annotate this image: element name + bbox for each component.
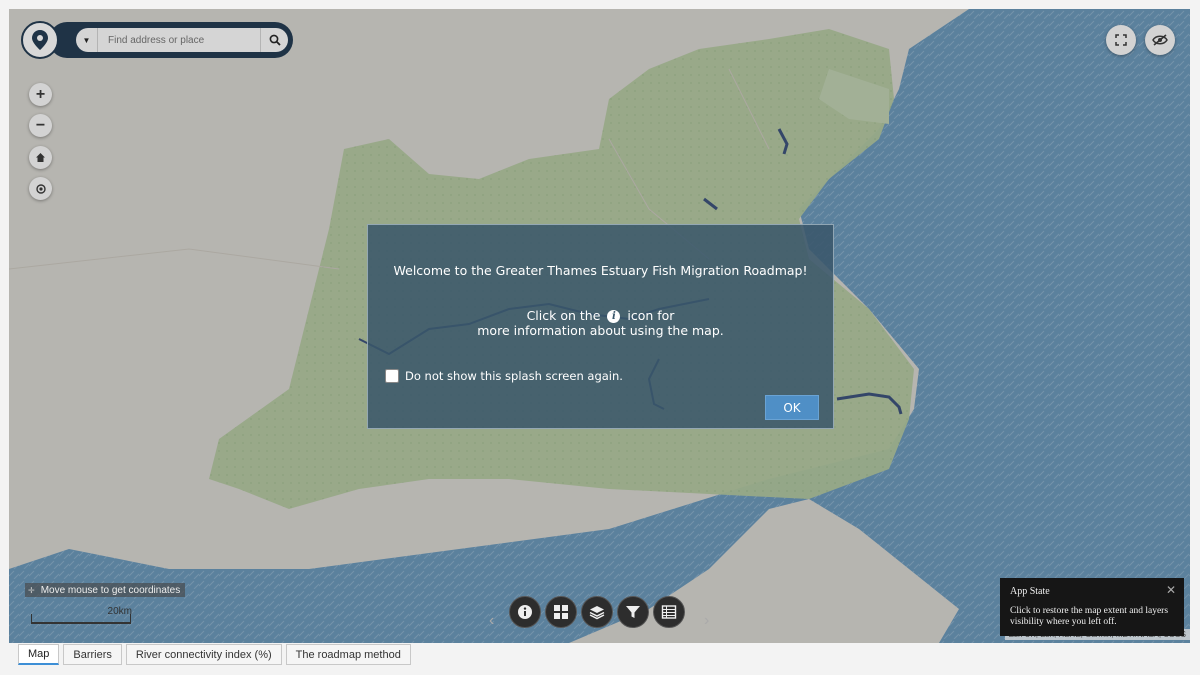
toolbar-next-button[interactable]: ›: [704, 612, 709, 630]
home-button[interactable]: [29, 146, 52, 169]
scale-label: 20km: [107, 606, 132, 617]
info-icon: [518, 605, 532, 619]
splash-dialog: Welcome to the Greater Thames Estuary Fi…: [367, 224, 834, 429]
home-icon: [36, 153, 45, 162]
fullscreen-icon: [1115, 34, 1127, 46]
search-source-dropdown[interactable]: ▼: [76, 28, 98, 52]
splash-body-start: Click on the: [526, 308, 601, 323]
app-logo: [21, 21, 59, 59]
layers-icon: [589, 606, 605, 620]
widget-toolbar: [509, 596, 685, 628]
view-tabs: Map Barriers River connectivity index (%…: [18, 644, 411, 665]
filter-icon: [626, 606, 640, 618]
dont-show-again-checkbox[interactable]: [385, 369, 399, 383]
search-button[interactable]: [260, 28, 288, 52]
splash-body-end: icon for: [627, 308, 675, 323]
tab-roadmap-method[interactable]: The roadmap method: [285, 644, 411, 665]
locate-button[interactable]: [29, 177, 52, 200]
filter-button[interactable]: [617, 596, 649, 628]
crosshair-icon: ✛: [28, 585, 35, 595]
splash-title: Welcome to the Greater Thames Estuary Fi…: [393, 263, 808, 278]
hide-layers-button[interactable]: [1145, 25, 1175, 55]
app-window: ▼ + −: [0, 0, 1200, 675]
splash-body: Click on the i icon for more information…: [368, 308, 833, 338]
toolbar-prev-button[interactable]: ‹: [489, 612, 494, 630]
ok-button[interactable]: OK: [765, 395, 819, 420]
app-state-toast[interactable]: App State Click to restore the map exten…: [1000, 578, 1184, 636]
search-box: ▼: [76, 28, 288, 52]
dont-show-again-option[interactable]: Do not show this splash screen again.: [385, 369, 623, 383]
locate-icon: [35, 183, 46, 194]
info-icon: i: [607, 310, 621, 323]
minus-icon: −: [35, 116, 46, 134]
splash-body-line2: more information about using the map.: [477, 323, 724, 338]
table-icon: [661, 605, 677, 619]
scale-bar: 20km: [31, 606, 132, 624]
close-icon[interactable]: ✕: [1166, 583, 1176, 597]
app-state-message: Click to restore the map extent and laye…: [1010, 606, 1169, 627]
app-state-title: App State: [1010, 586, 1050, 597]
dont-show-again-label: Do not show this splash screen again.: [405, 369, 623, 383]
zoom-out-button[interactable]: −: [29, 114, 52, 137]
widgets-button[interactable]: [545, 596, 577, 628]
caret-down-icon: ▼: [82, 35, 91, 45]
zoom-in-button[interactable]: +: [29, 83, 52, 106]
coordinate-widget[interactable]: ✛ Move mouse to get coordinates: [25, 583, 186, 597]
widgets-grid-icon: [554, 605, 568, 619]
search-widget: ▼: [49, 22, 293, 58]
eye-off-icon: [1152, 34, 1168, 46]
search-icon: [269, 34, 281, 46]
attribute-table-button[interactable]: [653, 596, 685, 628]
about-button[interactable]: [509, 596, 541, 628]
tab-barriers[interactable]: Barriers: [63, 644, 122, 665]
fullscreen-button[interactable]: [1106, 25, 1136, 55]
plus-icon: +: [35, 85, 46, 103]
search-input[interactable]: [98, 29, 260, 51]
map-pin-icon: [32, 30, 48, 50]
layer-list-button[interactable]: [581, 596, 613, 628]
tab-river-connectivity-index[interactable]: River connectivity index (%): [125, 644, 282, 665]
coordinate-text: Move mouse to get coordinates: [40, 584, 181, 596]
tab-map[interactable]: Map: [18, 644, 60, 665]
